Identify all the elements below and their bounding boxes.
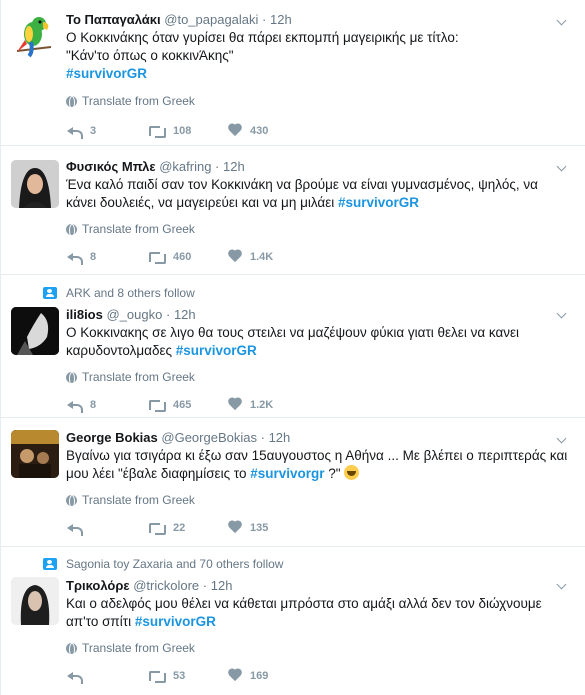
retweet-button[interactable]: 460 (147, 251, 228, 264)
reply-icon (66, 522, 84, 536)
globe-icon (66, 95, 77, 109)
tweet-header: George Bokias @GeorgeBokias · 12h (66, 430, 291, 445)
avatar[interactable] (11, 160, 59, 208)
tweet-header: Το Παπαγαλάκι @to_papagalaki · 12h (66, 12, 292, 27)
tweet-actions: 22 135 (66, 508, 571, 548)
hashtag-link[interactable]: #survivorGR (66, 66, 147, 81)
tweet-header: ili8ios @_ougko · 12h (66, 307, 196, 322)
retweet-button[interactable]: 465 (147, 399, 228, 412)
globe-icon (66, 371, 77, 385)
user-handle[interactable]: @_ougko (106, 307, 162, 322)
reply-button[interactable] (66, 522, 147, 536)
heart-icon (228, 124, 244, 138)
avatar[interactable] (11, 307, 59, 355)
user-handle[interactable]: @trickolore (133, 578, 199, 593)
retweet-button[interactable]: 108 (147, 125, 228, 138)
reply-icon (66, 670, 84, 684)
follow-icon (43, 287, 57, 299)
tweet-header: Τρικολόρε @trickolore · 12h (66, 578, 233, 593)
hashtag-link[interactable]: #survivorGR (176, 343, 257, 358)
tweet-text: Ο Κοκκινακης σε λιγο θα τους στειλει να … (66, 325, 520, 358)
tweet-text: Ένα καλό παιδί σαν τον Κοκκινάκη να βρού… (66, 177, 538, 210)
avatar[interactable] (11, 577, 59, 625)
reply-icon (66, 399, 84, 413)
grinning-face-icon (344, 465, 360, 480)
tweet-time[interactable]: 12h (269, 430, 291, 445)
retweet-icon (147, 125, 167, 138)
like-button[interactable]: 169 (228, 669, 309, 683)
retweet-button[interactable]: 22 (147, 522, 228, 535)
tweet-feed: Το Παπαγαλάκι @to_papagalaki · 12h Ο Κοκ… (0, 0, 585, 695)
user-name[interactable]: ili8ios (66, 307, 103, 322)
tweet[interactable]: ARK and 8 others follow ili8ios @_ougko … (1, 275, 585, 418)
avatar[interactable] (11, 12, 59, 60)
tweet-actions: 3 108 430 (66, 111, 571, 151)
retweet-icon (147, 251, 167, 264)
reply-icon (66, 251, 84, 265)
translate-link[interactable]: Translate from Greek (66, 93, 571, 109)
tweet-text: Και ο αδελφός μου θέλει να κάθεται μπρόσ… (66, 596, 542, 629)
tweet-time[interactable]: 12h (270, 12, 292, 27)
reply-icon (66, 125, 84, 139)
tweet-header: Φυσικός Μπλε @kafring · 12h (66, 159, 245, 174)
globe-icon (66, 494, 77, 508)
tweet[interactable]: Το Παπαγαλάκι @to_papagalaki · 12h Ο Κοκ… (1, 0, 585, 146)
reply-button[interactable]: 3 (66, 125, 147, 139)
like-button[interactable]: 1.4K (228, 250, 309, 264)
tweet[interactable]: George Bokias @GeorgeBokias · 12h Βγαίνω… (1, 418, 585, 547)
tweet-actions: 8 460 1.4K (66, 237, 571, 277)
user-name[interactable]: Τρικολόρε (66, 578, 130, 593)
tweet-time[interactable]: 12h (174, 307, 196, 322)
user-handle[interactable]: @to_papagalaki (164, 12, 258, 27)
hashtag-link[interactable]: #survivorGR (338, 195, 419, 210)
retweet-icon (147, 522, 167, 535)
translate-link[interactable]: Translate from Greek (66, 640, 571, 656)
heart-icon (228, 669, 244, 683)
translate-link[interactable]: Translate from Greek (66, 221, 571, 237)
translate-link[interactable]: Translate from Greek (66, 369, 571, 385)
social-context[interactable]: ARK and 8 others follow (43, 284, 571, 302)
tweet[interactable]: Sagonia toy Zaxaria and 70 others follow… (1, 547, 585, 695)
user-name[interactable]: Το Παπαγαλάκι (66, 12, 161, 27)
tweet-time[interactable]: 12h (223, 159, 245, 174)
tweet[interactable]: Φυσικός Μπλε @kafring · 12h Ένα καλό παι… (1, 146, 585, 275)
chevron-down-icon[interactable] (555, 580, 571, 592)
follow-icon (43, 558, 57, 570)
chevron-down-icon[interactable] (555, 309, 571, 321)
social-context[interactable]: Sagonia toy Zaxaria and 70 others follow (43, 555, 571, 573)
tweet-text: Ο Κοκκινάκης όταν γυρίσει θα πάρει εκπομ… (66, 30, 459, 81)
user-name[interactable]: Φυσικός Μπλε (66, 159, 156, 174)
globe-icon (66, 642, 77, 656)
avatar[interactable] (11, 430, 59, 478)
reply-button[interactable]: 8 (66, 251, 147, 265)
reply-button[interactable]: 8 (66, 399, 147, 413)
user-handle[interactable]: @kafring (159, 159, 211, 174)
tweet-text: Βγαίνω για τσιγάρα κι έξω σαν 15αυγουστο… (66, 448, 568, 481)
globe-icon (66, 223, 77, 237)
heart-icon (228, 398, 244, 412)
chevron-down-icon[interactable] (555, 434, 571, 446)
tweet-time[interactable]: 12h (211, 578, 233, 593)
heart-icon (228, 250, 244, 264)
translate-link[interactable]: Translate from Greek (66, 492, 571, 508)
reply-button[interactable] (66, 670, 147, 684)
chevron-down-icon[interactable] (555, 16, 571, 28)
hashtag-link[interactable]: #survivorgr (250, 466, 324, 481)
user-handle[interactable]: @GeorgeBokias (161, 430, 257, 445)
like-button[interactable]: 135 (228, 521, 309, 535)
retweet-button[interactable]: 53 (147, 670, 228, 683)
retweet-icon (147, 670, 167, 683)
heart-icon (228, 521, 244, 535)
retweet-icon (147, 399, 167, 412)
like-button[interactable]: 1.2K (228, 398, 309, 412)
like-button[interactable]: 430 (228, 124, 309, 138)
tweet-actions: 53 169 (66, 656, 571, 695)
hashtag-link[interactable]: #survivorGR (135, 614, 216, 629)
chevron-down-icon[interactable] (555, 162, 571, 174)
user-name[interactable]: George Bokias (66, 430, 158, 445)
